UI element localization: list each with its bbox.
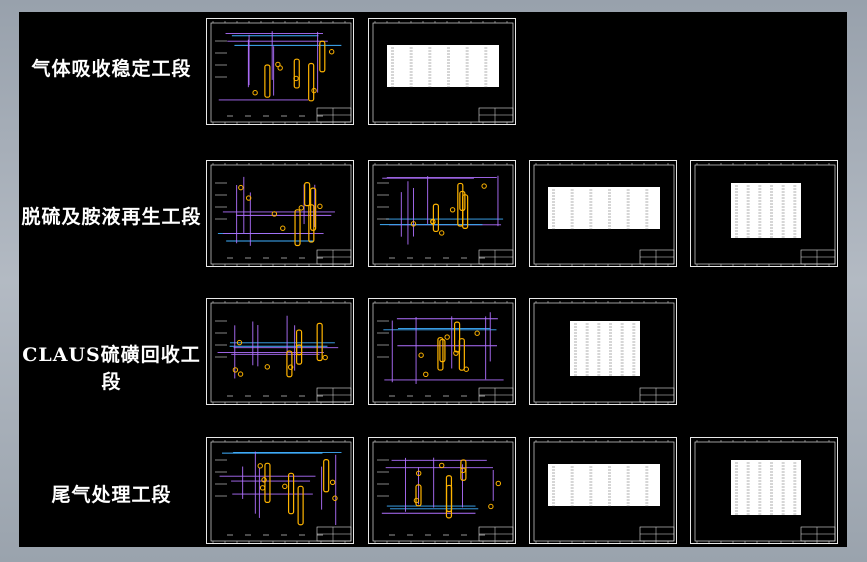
process-flow-diagram	[372, 163, 514, 266]
drawing-sheet-table[interactable]	[690, 437, 838, 544]
process-flow-diagram	[372, 440, 514, 543]
row-label-desulfurization: 脱硫及胺液再生工段	[21, 206, 202, 228]
drawing-sheet-table[interactable]	[529, 437, 677, 544]
drawing-sheet-pid[interactable]	[206, 18, 354, 125]
process-flow-diagram	[210, 21, 352, 124]
equipment-table	[533, 301, 675, 404]
drawing-sheet-table[interactable]	[529, 298, 677, 405]
drawing-sheet-table[interactable]	[368, 18, 516, 125]
row-label-gas-absorption: 气体吸收稳定工段	[31, 58, 192, 80]
equipment-table	[372, 21, 514, 124]
equipment-table	[533, 440, 675, 543]
drawing-sheet-table[interactable]	[529, 160, 677, 267]
process-flow-diagram	[210, 301, 352, 404]
equipment-table	[694, 440, 836, 543]
drawing-sheet-table[interactable]	[690, 160, 838, 267]
drawing-sheet-pid[interactable]	[368, 160, 516, 267]
drawing-sheet-pid[interactable]	[368, 437, 516, 544]
drawing-sheet-pid[interactable]	[206, 437, 354, 544]
equipment-table	[694, 163, 836, 266]
drawing-sheet-pid[interactable]	[368, 298, 516, 405]
row-label-tail-gas: 尾气处理工段	[51, 484, 172, 506]
equipment-table	[533, 163, 675, 266]
process-flow-diagram	[372, 301, 514, 404]
process-flow-diagram	[210, 163, 352, 266]
row-label-claus-recovery: CLAUS硫磺回收工段	[22, 344, 201, 393]
drawing-sheet-pid[interactable]	[206, 160, 354, 267]
drawing-sheet-pid[interactable]	[206, 298, 354, 405]
process-flow-diagram	[210, 440, 352, 543]
